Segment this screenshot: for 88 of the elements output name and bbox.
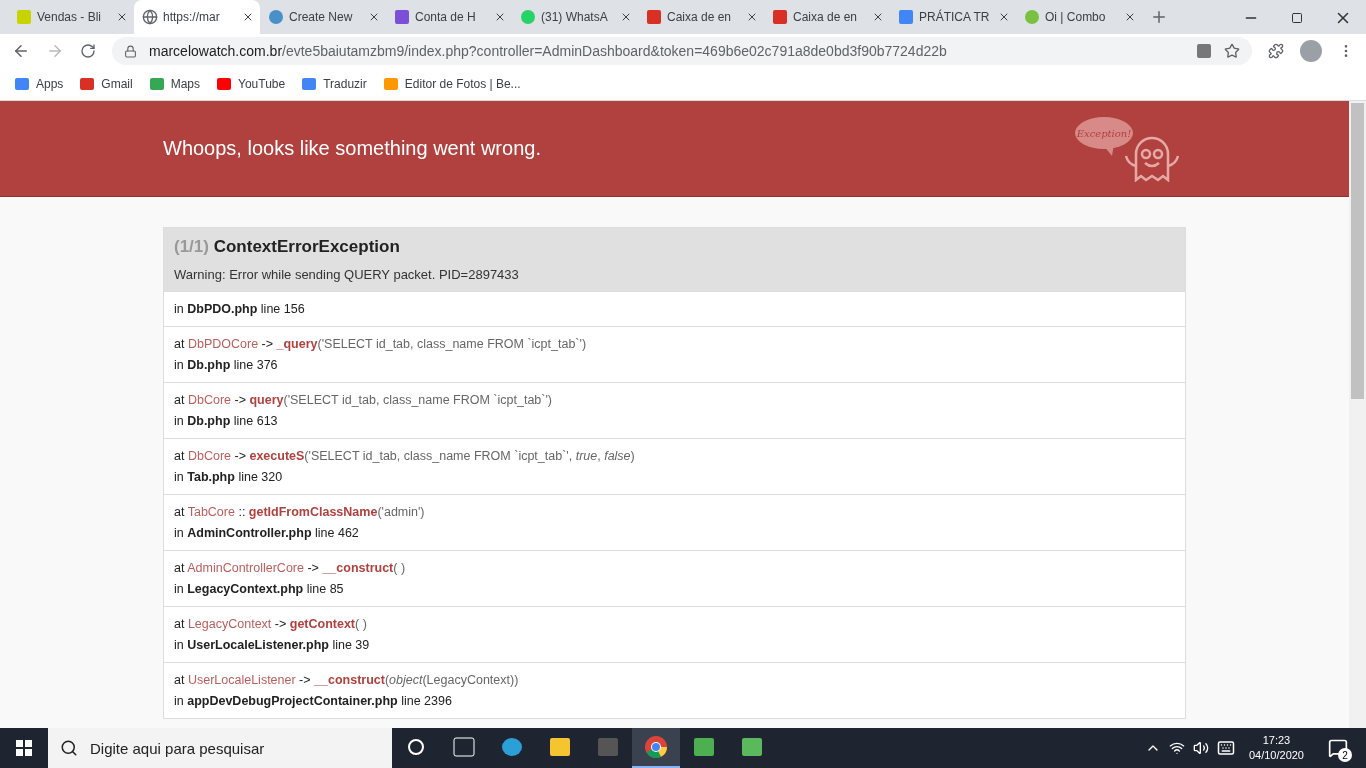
close-icon[interactable] — [368, 11, 380, 23]
chrome-icon — [644, 735, 668, 759]
call-line: at DbPDOCore -> _query('SELECT id_tab, class_name FROM `icpt_tab`') — [174, 336, 588, 353]
site-icon — [646, 9, 662, 25]
file-line: in Tab.php line 320 — [174, 469, 284, 486]
bookmark-link[interactable]: Apps — [14, 76, 64, 92]
app-icon — [596, 735, 620, 759]
file-line: in Db.php line 613 — [174, 413, 279, 430]
call-line: at AdminControllerCore -> __construct( ) — [174, 560, 407, 577]
ghost-mascot-drawing: Exception! — [1074, 115, 1186, 182]
globe-icon — [142, 9, 158, 25]
star-icon[interactable] — [1224, 43, 1240, 59]
wifi-icon[interactable] — [1168, 740, 1185, 756]
bookmark-link[interactable]: Editor de Fotos | Be... — [382, 76, 521, 92]
close-icon[interactable] — [746, 11, 758, 23]
bookmark-icon — [79, 76, 96, 92]
search-field[interactable]: Digite aqui para pesquisar — [48, 728, 392, 768]
call-line: at DbCore -> query('SELECT id_tab, class_name FROM `icpt_tab`') — [174, 392, 553, 409]
browser-tab[interactable]: Caixa de en — [638, 0, 764, 34]
close-icon[interactable] — [1124, 11, 1136, 23]
notification-count: 2 — [1338, 748, 1352, 762]
keyboard-icon[interactable] — [1216, 739, 1235, 757]
bookmark-icon — [148, 76, 165, 92]
call-line: at DbCore -> executeS('SELECT id_tab, class_name FROM `icpt_tab`', true, false) — [174, 448, 636, 465]
site-icon — [268, 9, 284, 25]
close-icon[interactable] — [494, 11, 506, 23]
bookmark-link[interactable]: Traduzir — [301, 76, 367, 92]
bookmark-link[interactable]: Gmail — [79, 76, 133, 92]
call-line: at UserLocaleListener -> __construct(object(LegacyContext)) — [174, 672, 520, 689]
clock[interactable]: 17:23 04/10/2020 — [1242, 733, 1310, 763]
taskbar-app[interactable] — [632, 728, 680, 768]
file-line: in UserLocaleListener.php line 39 — [174, 637, 371, 654]
scrollbar[interactable] — [1349, 101, 1366, 728]
site-icon — [394, 9, 410, 25]
site-icon — [520, 9, 536, 25]
browser-tab[interactable]: Conta de H — [386, 0, 512, 34]
browser-tab[interactable]: Create New — [260, 0, 386, 34]
search-icon — [60, 739, 78, 757]
new-tab-icon[interactable] — [1150, 8, 1168, 26]
file-line: in Db.php line 376 — [174, 357, 279, 374]
avatar-icon[interactable] — [1300, 40, 1322, 62]
file-line: in DbPDO.php line 156 — [174, 301, 306, 318]
browser-tab[interactable]: Caixa de en — [764, 0, 890, 34]
site-icon — [1024, 9, 1040, 25]
restore-icon[interactable] — [1291, 12, 1303, 24]
exception-message: Warning: Error while sending QUERY packet. PID=2897433 — [174, 267, 520, 282]
browser-tab[interactable]: Vendas - Bli — [8, 0, 134, 34]
app-icon — [500, 735, 524, 759]
app-icon — [692, 735, 716, 759]
call-line: at LegacyContext -> getContext( ) — [174, 616, 368, 633]
close-icon[interactable] — [116, 11, 128, 23]
circle-icon — [407, 738, 425, 756]
app-icon — [452, 735, 476, 759]
windows-start-icon[interactable] — [16, 740, 32, 756]
bookmark-icon — [382, 76, 399, 92]
extensions-icon[interactable] — [1268, 43, 1284, 59]
close-icon[interactable] — [242, 11, 254, 23]
browser-tab[interactable]: (31) WhatsA — [512, 0, 638, 34]
back-icon[interactable] — [12, 42, 30, 60]
notification-button[interactable]: 2 — [1318, 728, 1358, 768]
file-line: in appDevDebugProjectContainer.php line 2396 — [174, 693, 453, 710]
bookmark-icon — [14, 76, 30, 92]
url-text: marcelowatch.com.br/evte5baiutamzbm9/index.php?controller=AdminDashboard&token=469b6e02c791a8de0bd3f90b7724d22b — [149, 43, 948, 59]
app-icon — [740, 735, 764, 759]
bookmark-icon — [216, 76, 233, 92]
bookmark-icon — [301, 76, 318, 92]
close-icon[interactable] — [872, 11, 884, 23]
speaker-icon[interactable] — [1192, 740, 1209, 756]
browser-tab[interactable]: PRÁTICA TR — [890, 0, 1016, 34]
site-icon — [898, 9, 914, 25]
file-line: in LegacyContext.php line 85 — [174, 581, 345, 598]
error-title: Whoops, looks like something went wrong. — [163, 137, 541, 160]
address-bar[interactable]: marcelowatch.com.br/evte5baiutamzbm9/index.php?controller=AdminDashboard&token=469b6e02c791a8de0bd3f90b7724d22b — [112, 37, 1252, 65]
site-icon — [16, 9, 32, 25]
browser-tab[interactable]: Oi | Combo — [1016, 0, 1142, 34]
site-icon — [772, 9, 788, 25]
close-icon[interactable] — [620, 11, 632, 23]
lock-icon — [124, 44, 137, 58]
close-icon[interactable] — [998, 11, 1010, 23]
reload-icon[interactable] — [80, 43, 96, 59]
bookmark-link[interactable]: YouTube — [216, 76, 286, 92]
browser-tab[interactable]: https://mar — [134, 0, 260, 34]
message-icon — [1328, 738, 1348, 758]
file-line: in AdminController.php line 462 — [174, 525, 360, 542]
app-icon — [548, 735, 572, 759]
bookmark-link[interactable]: Maps — [148, 76, 201, 92]
call-line: at TabCore :: getIdFromClassName('admin') — [174, 504, 426, 521]
exception-title: (1/1) ContextErrorException — [174, 237, 401, 257]
